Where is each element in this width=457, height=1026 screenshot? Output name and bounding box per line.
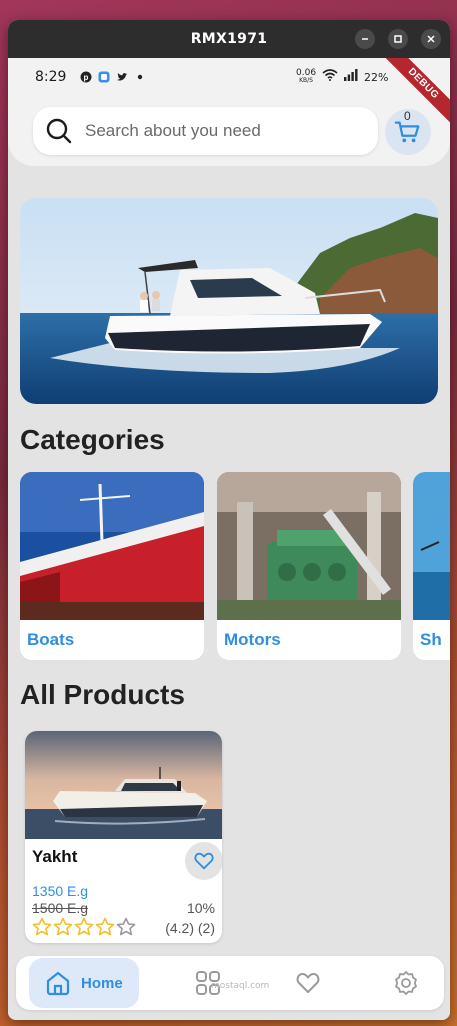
status-time: 8:29	[35, 69, 67, 85]
product-price: 1350 E.g	[32, 883, 89, 899]
category-label-partial: Sh	[420, 630, 442, 649]
categories-heading: Categories	[20, 424, 165, 455]
network-speed: 0.06 KB/S	[296, 69, 316, 85]
network-speed-value: 0.06	[296, 68, 317, 78]
status-right: 0.06 KB/S 22%	[296, 68, 389, 86]
category-card-boats[interactable]: Boats	[20, 472, 204, 660]
star-empty-icon	[116, 917, 136, 936]
heart-outline-icon	[296, 973, 320, 993]
heart-icon	[194, 852, 214, 870]
search-bar[interactable]: Search about you need	[33, 107, 378, 155]
minimize-button[interactable]	[355, 29, 375, 49]
wifi-icon	[322, 68, 338, 86]
hero-boat-image	[20, 198, 438, 404]
more-notifications-icon	[133, 70, 146, 83]
watermark: mostaql.com	[211, 981, 270, 991]
nav-favorites-tab[interactable]	[293, 968, 323, 998]
star-icon	[32, 917, 52, 936]
window-title: RMX1971	[190, 31, 268, 47]
product-name: Yakht	[32, 847, 78, 866]
home-icon	[46, 971, 70, 996]
bottom-navigation: Home mostaql.com	[16, 956, 444, 1010]
status-bar: 8:29 p 0.06 KB/S 22% DEBUG	[8, 58, 450, 129]
all-products-heading: All Products	[20, 679, 185, 710]
product-old-price: 1500 E.g	[32, 900, 89, 916]
category-card-motors[interactable]: Motors	[217, 472, 401, 660]
product-image	[25, 731, 222, 839]
settings-icon	[395, 971, 417, 995]
product-discount: 10%	[186, 900, 215, 916]
product-card[interactable]: Yakht 1350 E.g 1500 E.g 10% (4.2) (2)	[25, 731, 222, 943]
product-rating-stars	[32, 917, 136, 937]
category-card-partial[interactable]: Sh	[413, 472, 450, 660]
window-titlebar[interactable]: RMX1971	[8, 20, 450, 58]
category-image-motors	[217, 472, 401, 620]
app-window: RMX1971 8:29 p 0.06 KB/S 22% DEBUG Searc…	[8, 20, 450, 1020]
minimize-icon	[362, 38, 368, 40]
network-speed-unit: KB/S	[299, 77, 313, 84]
category-label-motors: Motors	[224, 630, 281, 649]
nav-home-tab[interactable]: Home	[29, 958, 139, 1008]
battery-level: 22%	[364, 70, 389, 84]
maximize-icon	[394, 35, 402, 43]
pinterest-icon: p	[79, 70, 92, 83]
cart-badge: 0	[404, 109, 411, 123]
favorite-button[interactable]	[185, 842, 222, 880]
category-image-boats	[20, 472, 204, 620]
svg-text:p: p	[83, 73, 88, 82]
product-rating-text: (4.2) (2)	[165, 920, 215, 936]
nav-settings-tab[interactable]	[391, 968, 421, 998]
close-icon	[427, 35, 435, 43]
search-input[interactable]: Search about you need	[85, 121, 261, 141]
notification-icons: p	[79, 70, 146, 83]
star-icon	[95, 917, 115, 936]
close-button[interactable]	[421, 29, 441, 49]
category-image-partial	[413, 472, 450, 620]
hero-banner[interactable]	[20, 198, 438, 404]
signal-icon	[344, 68, 358, 86]
nav-home-label: Home	[81, 974, 123, 992]
category-label-boats: Boats	[27, 630, 75, 649]
star-icon	[74, 917, 94, 936]
star-icon	[53, 917, 73, 936]
twitter-icon	[115, 70, 128, 83]
app-notification-icon	[97, 70, 110, 83]
phone-screen: 8:29 p 0.06 KB/S 22% DEBUG Search about …	[8, 58, 450, 1020]
search-icon	[46, 118, 72, 144]
maximize-button[interactable]	[388, 29, 408, 49]
